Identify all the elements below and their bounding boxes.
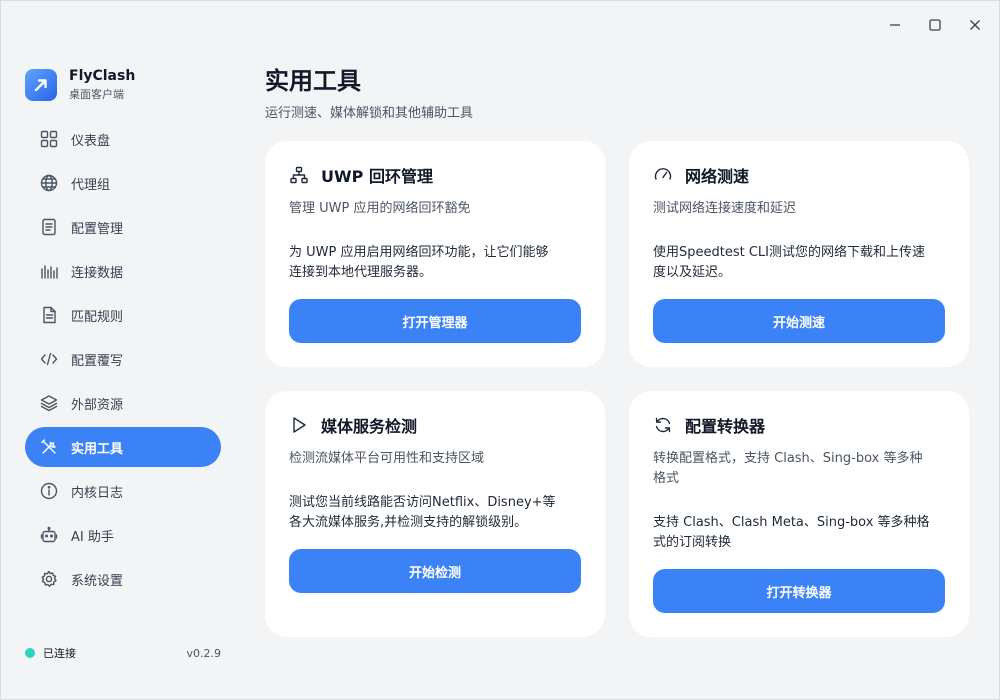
card-body: 为 UWP 应用启用网络回环功能，让它们能够 连接到本地代理服务器。: [289, 243, 581, 283]
page-subtitle: 运行测速、媒体解锁和其他辅助工具: [265, 106, 474, 121]
sidebar-item-label: 实用工具: [71, 441, 124, 457]
start-speed-test-button[interactable]: 开始测速: [653, 299, 945, 343]
file-icon: [39, 217, 59, 237]
sidebar-item-external-resources[interactable]: 外部资源: [25, 383, 221, 423]
globe-icon: [39, 173, 59, 193]
page-title: 实用工具: [265, 67, 361, 95]
sidebar-nav: 仪表盘 代理组 配置管理 连接数据 匹配规则 配置覆写 外部资源 实用工具 内核…: [25, 119, 221, 603]
sidebar-item-kernel-logs[interactable]: 内核日志: [25, 471, 221, 511]
bar-lines-icon: [39, 261, 59, 281]
document-icon: [39, 305, 59, 325]
card-title: 媒体服务检测: [321, 417, 418, 436]
sidebar-item-label: 配置覆写: [71, 353, 124, 369]
close-icon: [970, 20, 980, 30]
open-converter-button[interactable]: 打开转换器: [653, 569, 945, 613]
card-body-line: 各大流媒体服务,并检测支持的解锁级别。: [289, 515, 528, 530]
card-body: 测试您当前线路能否访问Netflix、Disney+等 各大流媒体服务,并检测支…: [289, 493, 581, 533]
sidebar-item-label: 仪表盘: [71, 133, 111, 149]
open-manager-button[interactable]: 打开管理器: [289, 299, 581, 343]
layers-icon: [39, 393, 59, 413]
app-window: FlyClash 桌面客户端 仪表盘 代理组 配置管理 连接数据 匹配规则 配置…: [0, 0, 1000, 700]
media-detection-card: 媒体服务检测 检测流媒体平台可用性和支持区域 测试您当前线路能否访问Netfli…: [265, 391, 605, 637]
maximize-button[interactable]: [923, 13, 947, 37]
close-button[interactable]: [963, 13, 987, 37]
speed-test-card: 网络测速 测试网络连接速度和延迟 使用Speedtest CLI测试您的网络下载…: [629, 141, 969, 367]
robot-icon: [39, 525, 59, 545]
sidebar-item-label: 匹配规则: [71, 309, 124, 325]
sidebar-item-label: 代理组: [71, 177, 111, 193]
sidebar-item-tools[interactable]: 实用工具: [25, 427, 221, 467]
card-description-line: 转换配置格式，支持 Clash、Sing-box 等多种: [653, 451, 923, 466]
dashboard-grid-icon: [39, 129, 59, 149]
card-description: 测试网络连接速度和延迟: [653, 201, 797, 216]
gauge-icon: [653, 165, 673, 185]
app-logo: [25, 69, 57, 101]
card-description: 管理 UWP 应用的网络回环豁免: [289, 201, 471, 216]
minimize-button[interactable]: [883, 13, 907, 37]
card-body-line: 使用Speedtest CLI测试您的网络下载和上传速: [653, 245, 926, 260]
arrow-up-right-icon: [34, 79, 47, 92]
card-description-line: 格式: [653, 471, 680, 486]
card-description: 转换配置格式，支持 Clash、Sing-box 等多种 格式: [653, 449, 945, 489]
refresh-icon: [653, 415, 673, 435]
card-description: 检测流媒体平台可用性和支持区域: [289, 451, 485, 466]
info-icon: [39, 481, 59, 501]
sidebar-item-label: 内核日志: [71, 485, 124, 501]
card-title: 网络测速: [685, 167, 750, 186]
card-body-line: 度以及延迟。: [653, 265, 732, 280]
start-detection-button[interactable]: 开始检测: [289, 549, 581, 593]
sidebar: FlyClash 桌面客户端 仪表盘 代理组 配置管理 连接数据 匹配规则 配置…: [1, 1, 241, 700]
card-body: 支持 Clash、Clash Meta、Sing-box 等多种格 式的订阅转换: [653, 513, 945, 553]
network-tree-icon: [289, 165, 309, 185]
sidebar-item-connections[interactable]: 连接数据: [25, 251, 221, 291]
status-dot: [25, 648, 35, 658]
sidebar-item-label: 系统设置: [71, 573, 124, 589]
connection-status: 已连接 v0.2.9: [25, 645, 221, 661]
card-body-line: 连接到本地代理服务器。: [289, 265, 433, 280]
maximize-icon: [929, 19, 941, 31]
sidebar-item-label: 连接数据: [71, 265, 124, 281]
config-converter-card: 配置转换器 转换配置格式，支持 Clash、Sing-box 等多种 格式 支持…: [629, 391, 969, 637]
app-subtitle: 桌面客户端: [69, 88, 124, 101]
sidebar-item-config-management[interactable]: 配置管理: [25, 207, 221, 247]
uwp-loopback-card: UWP 回环管理 管理 UWP 应用的网络回环豁免 为 UWP 应用启用网络回环…: [265, 141, 605, 367]
sidebar-item-proxy-groups[interactable]: 代理组: [25, 163, 221, 203]
card-body-line: 为 UWP 应用启用网络回环功能，让它们能够: [289, 245, 549, 260]
sidebar-item-label: AI 助手: [71, 529, 114, 545]
code-icon: [39, 349, 59, 369]
app-name: FlyClash: [69, 68, 136, 84]
sidebar-item-ai-assistant[interactable]: AI 助手: [25, 515, 221, 555]
card-title: 配置转换器: [685, 417, 766, 436]
sidebar-item-overrides[interactable]: 配置覆写: [25, 339, 221, 379]
minimize-icon: [890, 24, 900, 26]
sidebar-item-rules[interactable]: 匹配规则: [25, 295, 221, 335]
card-body-line: 支持 Clash、Clash Meta、Sing-box 等多种格: [653, 515, 930, 530]
version-label: v0.2.9: [186, 646, 222, 660]
sidebar-item-settings[interactable]: 系统设置: [25, 559, 221, 599]
sidebar-item-label: 配置管理: [71, 221, 124, 237]
status-text: 已连接: [43, 647, 76, 660]
brand: FlyClash 桌面客户端: [25, 67, 135, 103]
tools-icon: [39, 437, 59, 457]
sidebar-item-dashboard[interactable]: 仪表盘: [25, 119, 221, 159]
gear-icon: [39, 569, 59, 589]
card-body-line: 式的订阅转换: [653, 535, 732, 550]
card-title: UWP 回环管理: [321, 167, 433, 186]
card-body: 使用Speedtest CLI测试您的网络下载和上传速 度以及延迟。: [653, 243, 945, 283]
card-body-line: 测试您当前线路能否访问Netflix、Disney+等: [289, 495, 556, 510]
play-icon: [289, 415, 309, 435]
sidebar-item-label: 外部资源: [71, 397, 124, 413]
